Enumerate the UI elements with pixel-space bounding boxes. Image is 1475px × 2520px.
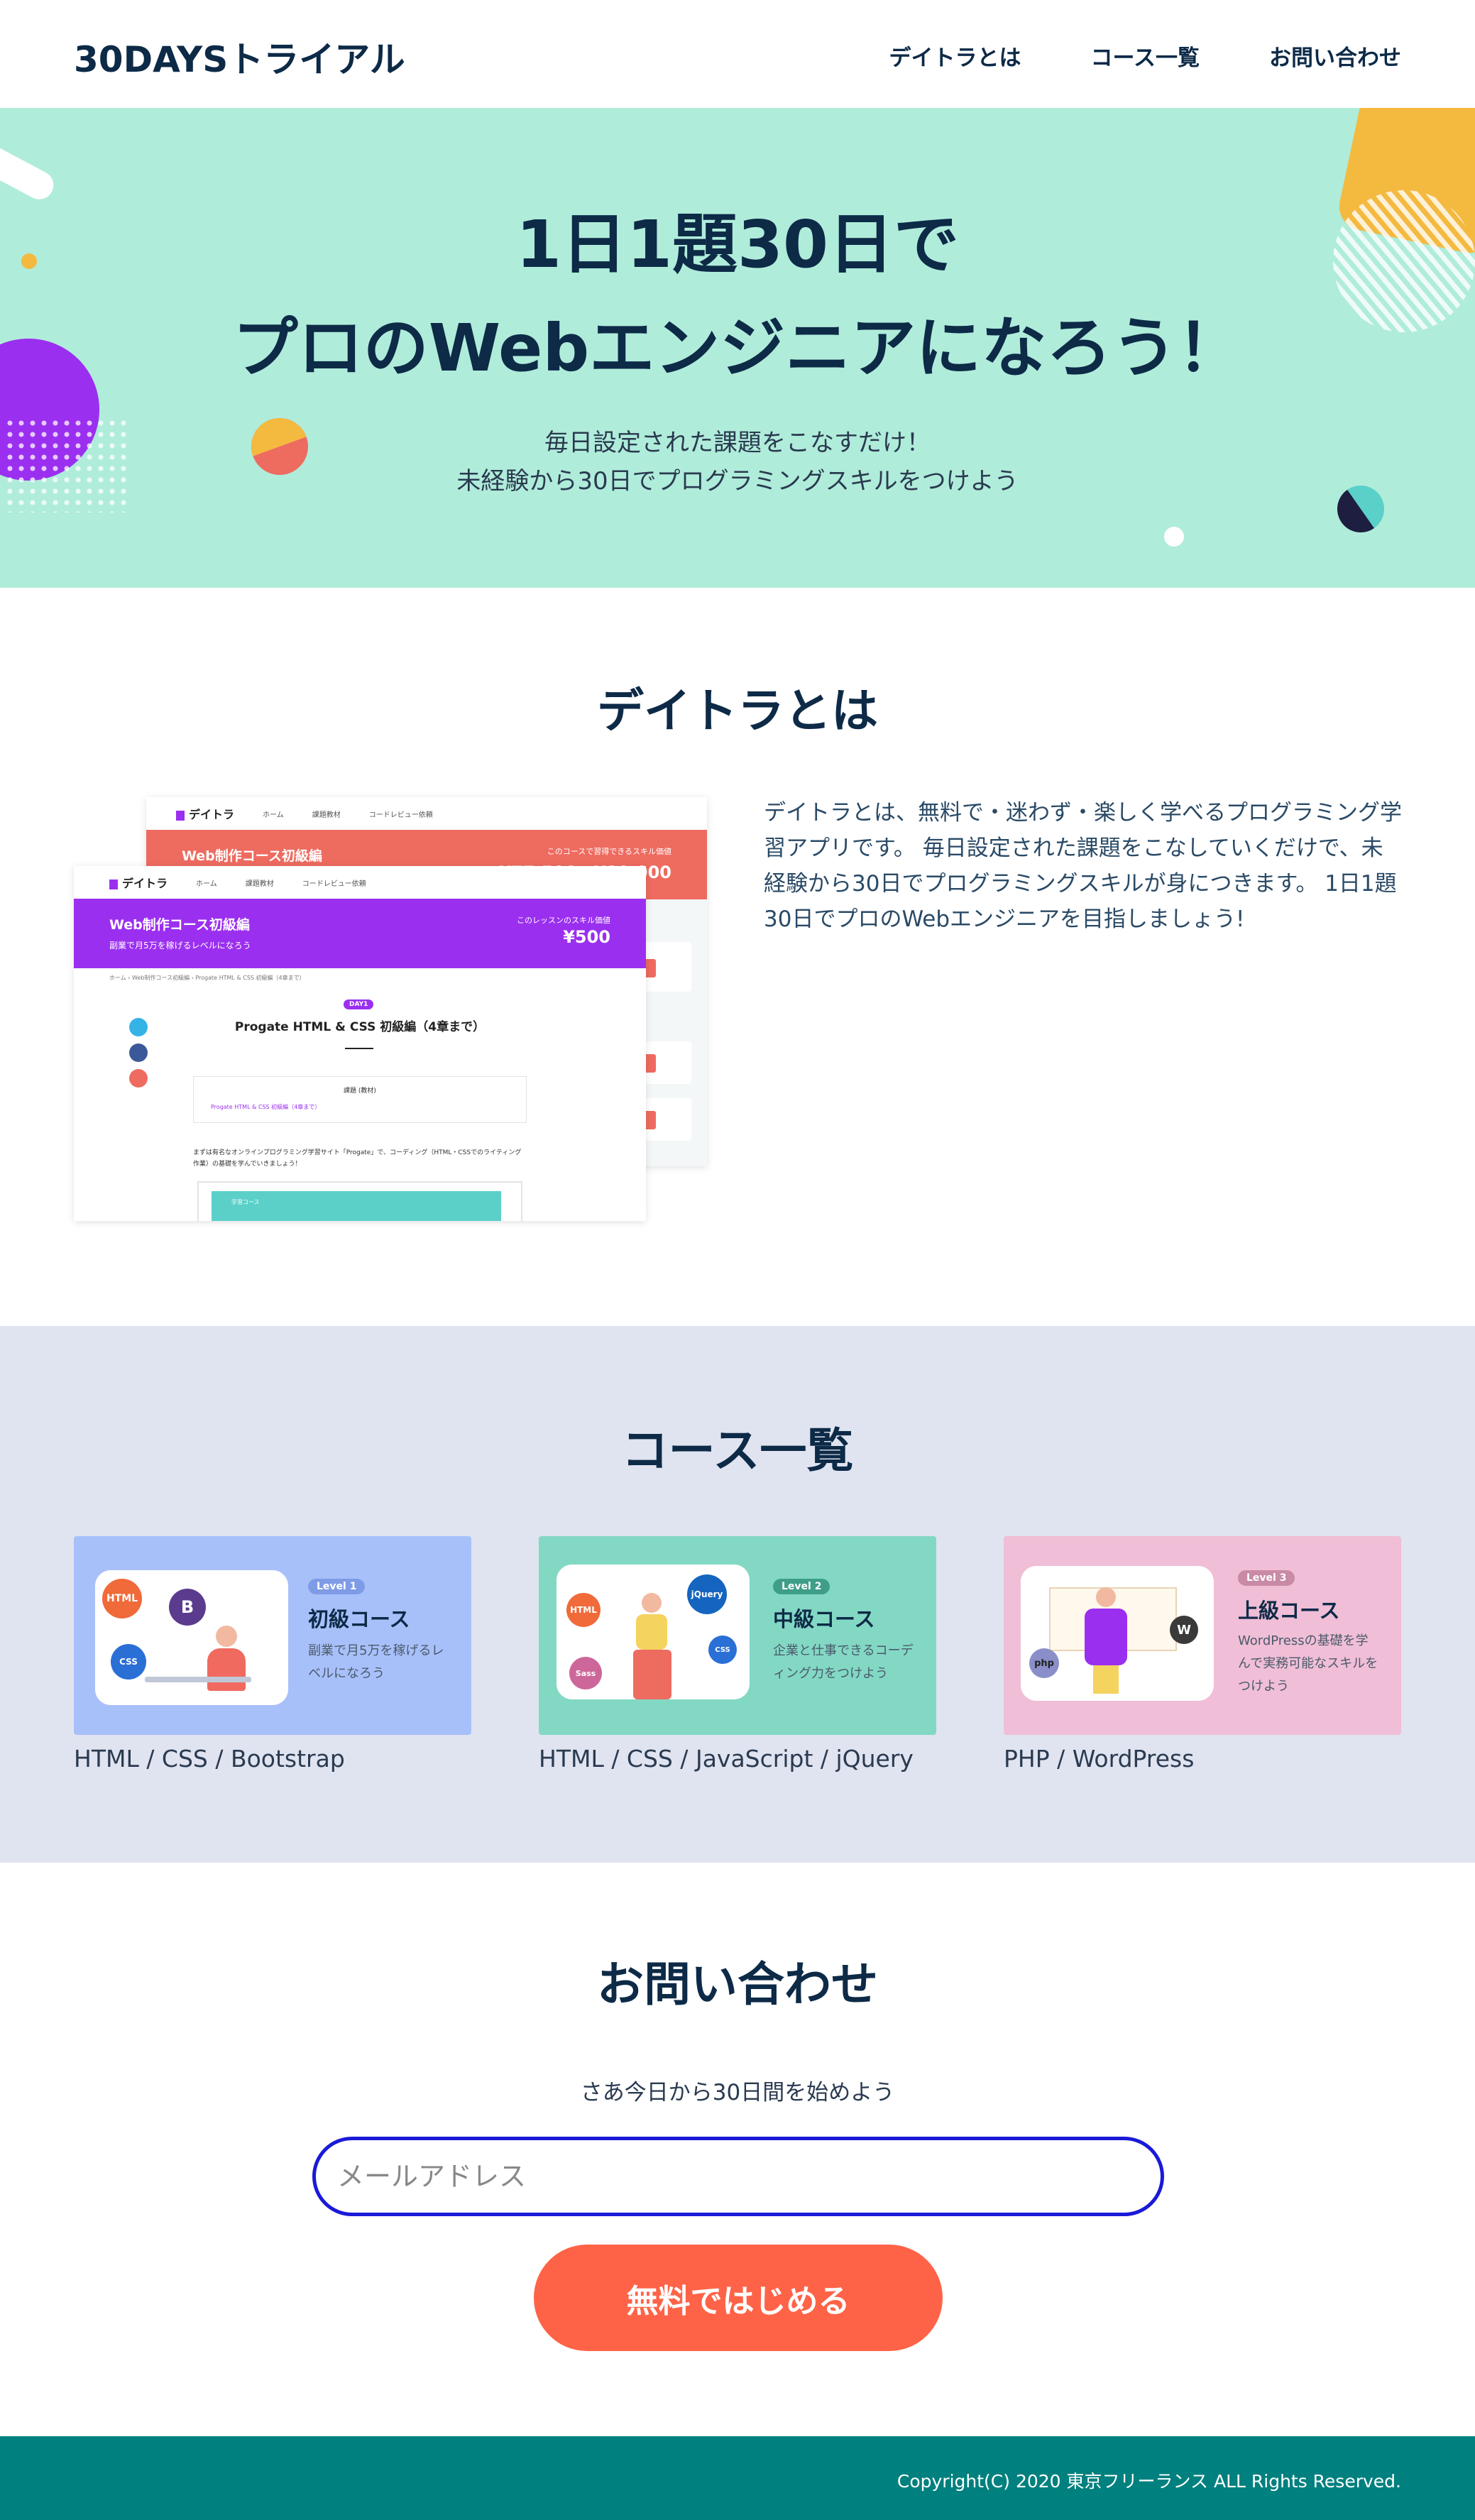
mock-front-divider — [345, 1048, 373, 1049]
mock-front-nav-item: ホーム — [196, 880, 217, 888]
nav-link-contact[interactable]: お問い合わせ — [1269, 40, 1401, 72]
course-illustration-beginner: HTML B CSS — [95, 1570, 288, 1705]
mock-front-banner-subtitle: 副業で月5万を稼げるレベルになろう — [109, 941, 251, 951]
courses-title: コース一覧 — [621, 1423, 854, 1478]
contact-lead: さあ今日から30日間を始めよう — [580, 2080, 895, 2105]
mock-front-banner-label: このレッスンのスキル価値 — [517, 916, 610, 925]
wordpress-icon: W — [1170, 1616, 1198, 1644]
html-icon: HTML — [566, 1593, 601, 1627]
course-name: 中級コース — [773, 1607, 875, 1631]
hero-title: 1日1題30日で プロのWebエンジニアになろう！ — [0, 193, 1475, 400]
bootstrap-icon: B — [169, 1589, 206, 1626]
jquery-icon: jQuery — [687, 1574, 727, 1614]
nav-link-about[interactable]: デイトラとは — [889, 40, 1021, 72]
mock-back-nav-item: コードレビュー依頼 — [368, 811, 433, 819]
laptop-illustration — [145, 1677, 251, 1682]
css-icon: CSS — [708, 1636, 737, 1664]
hero-title-line2: プロのWebエンジニアになろう！ — [232, 310, 1243, 386]
hero-section: 1日1題30日で プロのWebエンジニアになろう！ 毎日設定された課題をこなすだ… — [0, 108, 1475, 588]
facebook-icon — [129, 1043, 148, 1062]
mock-front-nav-item: 課題教材 — [245, 880, 274, 888]
html-icon: HTML — [102, 1579, 142, 1618]
mock-front-banner-value: ¥500 — [563, 927, 610, 947]
site-footer: Copyright(C) 2020 東京フリーランス ALL Rights Re… — [0, 2436, 1475, 2520]
mock-front-nav-item: コードレビュー依頼 — [302, 880, 366, 888]
about-description: デイトラとは、無料で・迷わず・楽しく学べるプログラミング学習アプリです。 毎日設… — [764, 800, 1402, 932]
course-name: 初級コース — [308, 1607, 410, 1631]
php-icon: php — [1029, 1648, 1059, 1678]
course-description: 副業で月5万を稼げるレベルになろう — [308, 1643, 444, 1681]
course-illustration-advanced: php W — [1021, 1566, 1214, 1701]
mock-back-nav-item: ホーム — [263, 811, 284, 819]
mock-front-banner: Web制作コース初級編 副業で月5万を稼げるレベルになろう このレッスンのスキル… — [74, 899, 646, 968]
course-card-intermediate[interactable]: HTML jQuery Sass CSS Level 2 中級コース 企業と仕事… — [539, 1536, 936, 1735]
course-tech-beginner: HTML / CSS / Bootstrap — [74, 1745, 345, 1773]
course-tech-intermediate: HTML / CSS / JavaScript / jQuery — [539, 1745, 914, 1773]
email-input[interactable] — [312, 2137, 1164, 2216]
person-illustration — [1078, 1587, 1134, 1701]
site-header: 30DAYSトライアル デイトラとは コース一覧 お問い合わせ — [0, 0, 1475, 108]
course-description: WordPressの基礎を学んで実務可能なスキルをつけよう — [1238, 1633, 1378, 1694]
mock-front-lesson-title: Progate HTML & CSS 初級編（4章まで） — [234, 1020, 486, 1034]
mock-back-nav-item: 課題教材 — [312, 811, 341, 819]
hero-subtitle-line1: 毎日設定された課題をこなすだけ！ — [544, 429, 931, 457]
level-badge: Level 2 — [773, 1579, 830, 1594]
level-badge: Level 1 — [308, 1579, 366, 1594]
course-description: 企業と仕事できるコーディング力をつけよう — [773, 1643, 914, 1681]
mock-front-inner-card: 学習コース — [197, 1181, 522, 1221]
mock-front-brand: デイトラ — [109, 874, 168, 891]
hero-title-line1: 1日1題30日で — [515, 207, 960, 283]
course-tech-advanced: PHP / WordPress — [1004, 1745, 1195, 1773]
course-card-advanced[interactable]: php W Level 3 上級コース WordPressの基礎を学んで実務可能… — [1004, 1536, 1401, 1735]
nav-link-courses[interactable]: コース一覧 — [1091, 40, 1200, 72]
level-badge: Level 3 — [1238, 1570, 1295, 1586]
mock-front-day-badge: DAY1 — [344, 999, 374, 1009]
course-card-beginner[interactable]: HTML B CSS Level 1 初級コース 副業で月5万を稼げるレベルにな… — [74, 1536, 471, 1735]
course-illustration-intermediate: HTML jQuery Sass CSS — [556, 1565, 750, 1699]
mock-back-brand: デイトラ — [176, 805, 234, 822]
course-name: 上級コース — [1238, 1599, 1340, 1623]
mock-front-body-text: まずは有名なオンラインプログラミング学習サイト「Progate」で、コーディング… — [193, 1149, 522, 1168]
copyright-text: Copyright(C) 2020 東京フリーランス ALL Rights Re… — [896, 2471, 1401, 2492]
contact-title: お問い合わせ — [597, 1957, 878, 2012]
mock-back-nav: デイトラ ホーム 課題教材 コードレビュー依頼 — [146, 797, 707, 830]
hero-subtitle-line2: 未経験から30日でプログラミングスキルをつけよう — [456, 467, 1019, 495]
mock-front-task-box: 課題 (教材) Progate HTML & CSS 初級編（4章まで） — [193, 1076, 527, 1123]
white-dot-shape — [1164, 527, 1184, 547]
mock-back-banner-label: このコースで習得できるスキル価値 — [547, 847, 671, 856]
link-icon — [129, 1069, 148, 1088]
person-illustration — [202, 1626, 251, 1697]
about-title: デイトラとは — [597, 684, 878, 738]
mock-front-nav: デイトラ ホーム 課題教材 コードレビュー依頼 — [74, 866, 646, 899]
hero-subtitle: 毎日設定された課題をこなすだけ！ 未経験から30日でプログラミングスキルをつけよ… — [0, 424, 1475, 500]
site-logo[interactable]: 30DAYSトライアル — [74, 31, 405, 82]
person-illustration — [627, 1593, 677, 1699]
start-free-button[interactable]: 無料ではじめる — [534, 2245, 943, 2351]
sass-icon: Sass — [569, 1657, 602, 1689]
main-nav: デイトラとは コース一覧 お問い合わせ — [820, 40, 1401, 72]
mock-front-breadcrumb: ホーム › Web制作コース初級編 › Progate HTML & CSS 初… — [109, 975, 305, 981]
app-screenshot-front: デイトラ ホーム 課題教材 コードレビュー依頼 Web制作コース初級編 副業で月… — [74, 866, 646, 1221]
css-icon: CSS — [111, 1644, 146, 1680]
